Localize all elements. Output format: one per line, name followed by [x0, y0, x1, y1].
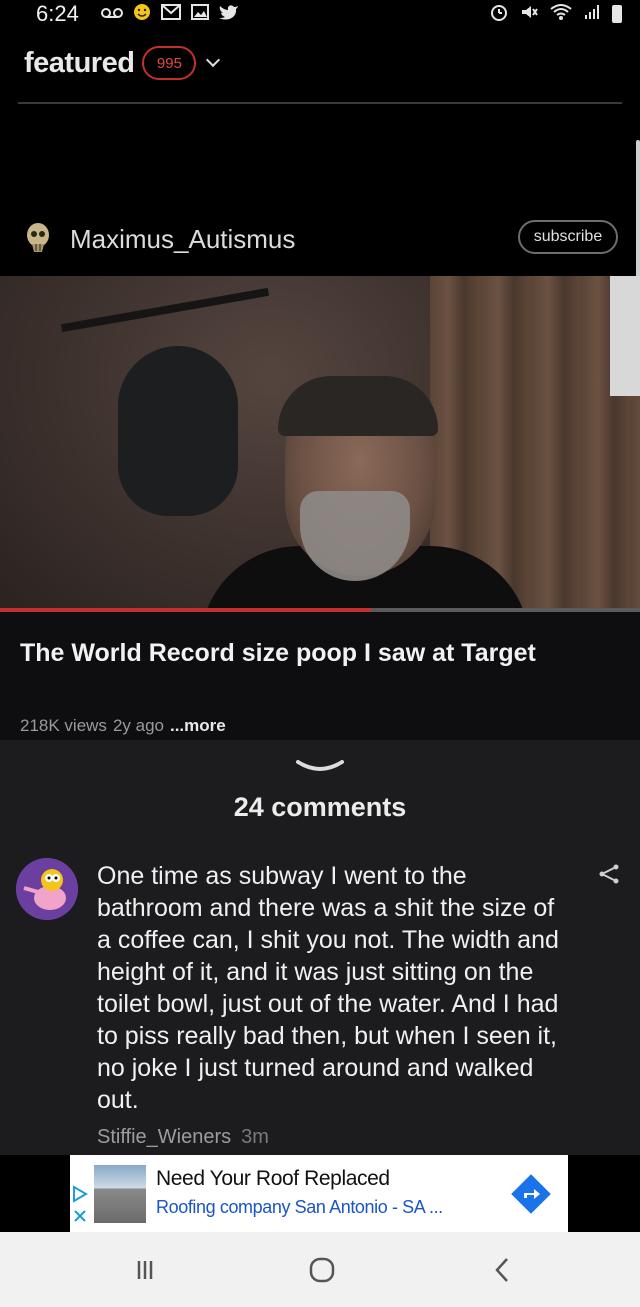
- comment-author[interactable]: Stiffie_Wieners: [97, 1126, 231, 1149]
- channel-avatar[interactable]: [24, 222, 52, 256]
- count-badge: 995: [142, 46, 197, 80]
- system-nav-bar: [0, 1232, 640, 1307]
- gallery-icon: [190, 3, 209, 25]
- ad-banner-bar: Need Your Roof Replaced Roofing company …: [0, 1155, 640, 1232]
- view-count: 218K views: [20, 716, 107, 735]
- wifi-icon: [550, 3, 572, 26]
- back-icon: [495, 1257, 508, 1282]
- status-time: 6:24: [36, 1, 79, 26]
- video-person-cap: [278, 376, 438, 436]
- collapse-chevron-icon[interactable]: [292, 756, 348, 776]
- ad-title[interactable]: Need Your Roof Replaced: [156, 1167, 390, 1191]
- feed-selector[interactable]: featured 995: [24, 46, 221, 80]
- smiley-icon: [133, 3, 151, 26]
- share-icon[interactable]: [598, 864, 620, 884]
- recent-apps-icon: [137, 1260, 153, 1279]
- alarm-icon: [490, 3, 508, 26]
- subscribe-button[interactable]: subscribe: [518, 220, 618, 254]
- comments-count: 24 comments: [233, 792, 407, 822]
- system-icons: [490, 3, 622, 26]
- comment-time: 3m: [241, 1126, 269, 1148]
- back-button[interactable]: [462, 1232, 542, 1307]
- app-header: featured 995: [0, 28, 640, 200]
- home-button[interactable]: [282, 1232, 362, 1307]
- status-bar: 6:24: [0, 0, 640, 28]
- notification-icons: [100, 3, 239, 26]
- recent-apps-button[interactable]: [105, 1232, 185, 1307]
- video-window: [610, 276, 640, 396]
- voicemail-icon: [100, 4, 123, 24]
- gmail-icon: [160, 3, 181, 25]
- channel-name[interactable]: Maximus_Autismus: [70, 224, 295, 255]
- video-age: 2y ago: [112, 716, 164, 735]
- header-divider: [18, 102, 622, 104]
- video-info: The World Record size poop I saw at Targ…: [0, 612, 640, 740]
- twitter-icon: [218, 4, 239, 25]
- signal-icon: [584, 4, 600, 25]
- more-link[interactable]: ...more: [170, 716, 226, 736]
- video-player[interactable]: [0, 276, 640, 610]
- ad-banner[interactable]: Need Your Roof Replaced Roofing company …: [70, 1155, 568, 1232]
- ad-subtitle[interactable]: Roofing company San Antonio - SA ...: [156, 1197, 443, 1218]
- comment-meta: Stiffie_Wieners 3m: [97, 1126, 269, 1149]
- commenter-avatar[interactable]: [16, 858, 78, 920]
- video-microphone: [118, 346, 238, 516]
- home-icon: [309, 1257, 335, 1282]
- comment-text: One time as subway I went to the bathroo…: [97, 862, 559, 1114]
- chevron-down-icon[interactable]: [206, 52, 221, 68]
- adchoices-icon[interactable]: [72, 1185, 88, 1225]
- battery-icon: [612, 5, 622, 23]
- ad-image: [94, 1165, 146, 1223]
- channel-row: Maximus_Autismus subscribe: [0, 196, 640, 276]
- feed-title[interactable]: featured: [24, 47, 135, 80]
- mute-icon: [520, 3, 538, 26]
- video-meta: 218K views 2y ago ...more: [20, 716, 226, 736]
- directions-icon[interactable]: [510, 1173, 552, 1215]
- video-title: The World Record size poop I saw at Targ…: [20, 639, 536, 667]
